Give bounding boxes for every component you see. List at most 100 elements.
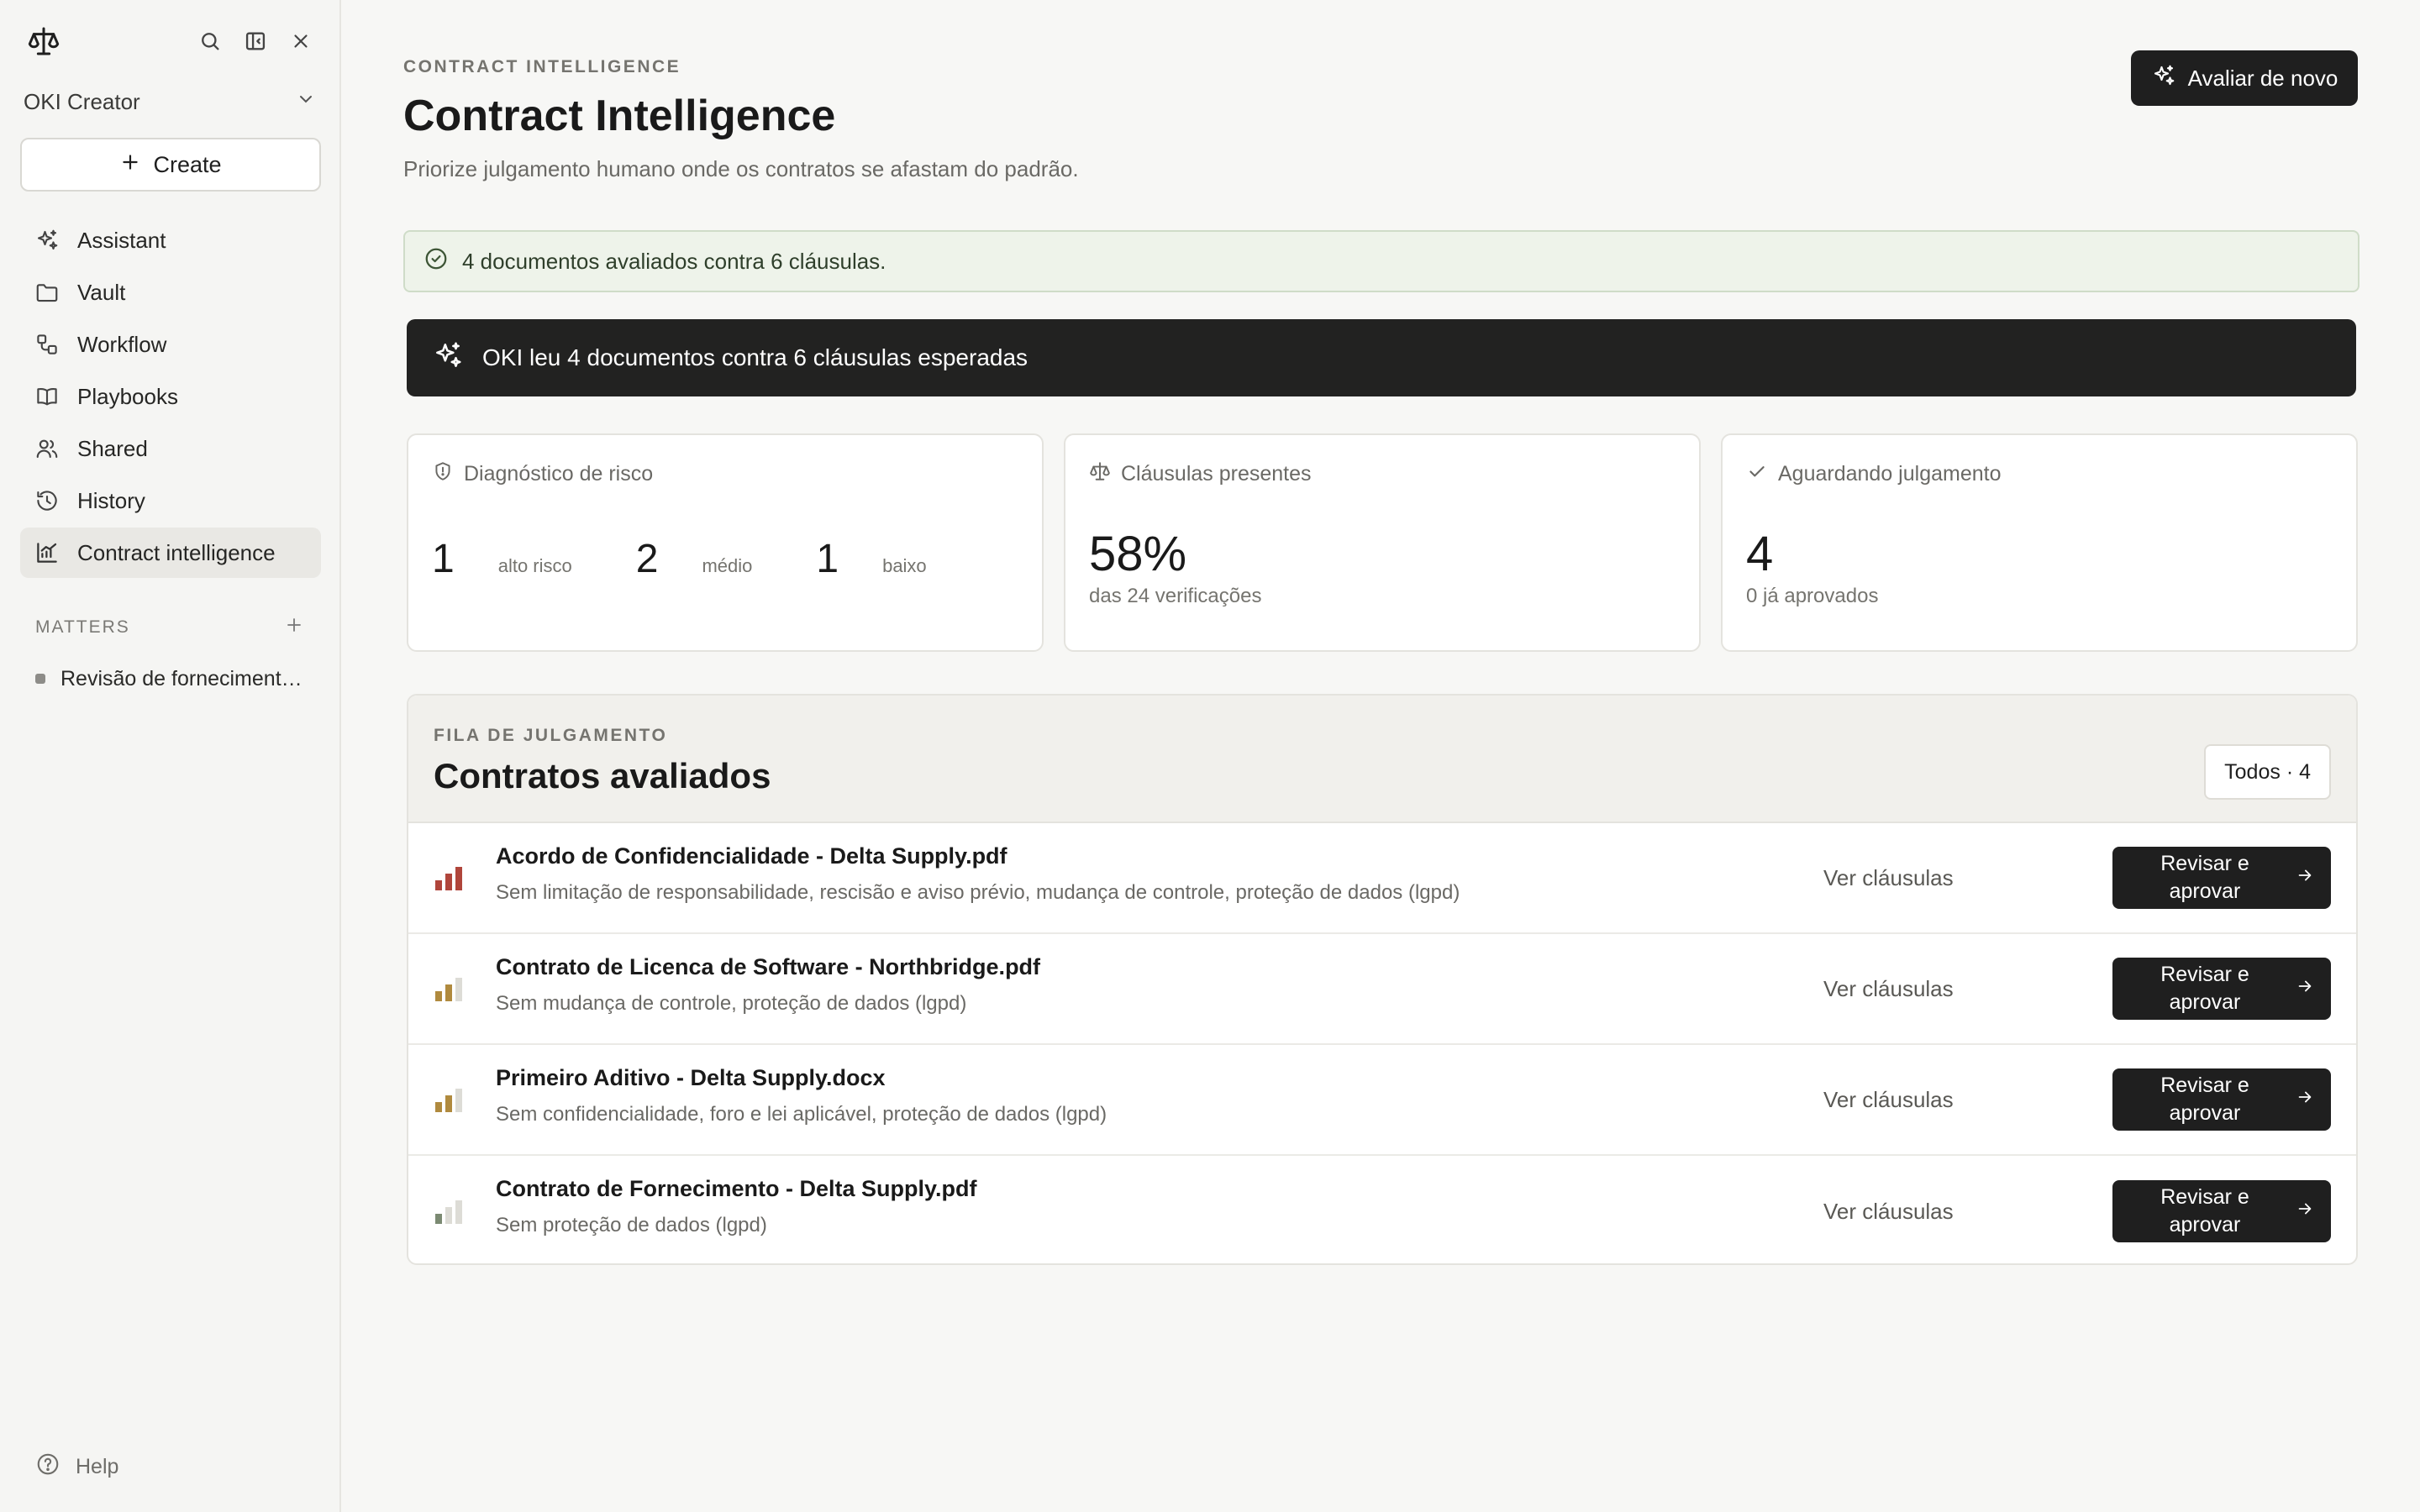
document-name[interactable]: Contrato de Licenca de Software - Northb…	[496, 954, 1756, 980]
pending-judgment-card: Aguardando julgamento 4 0 já aprovados	[1721, 433, 2358, 652]
history-icon	[34, 487, 60, 514]
review-approve-button[interactable]: Revisar e aprovar	[2112, 1180, 2331, 1242]
workspace-selector[interactable]: OKI Creator	[24, 84, 318, 119]
info-banner: OKI leu 4 documentos contra 6 cláusulas …	[407, 319, 2356, 396]
chevron-down-icon	[296, 89, 316, 115]
sidebar-item-label: Vault	[77, 279, 126, 305]
info-banner-text: OKI leu 4 documentos contra 6 cláusulas …	[482, 344, 1028, 370]
help-link[interactable]: Help	[35, 1452, 118, 1482]
risk-signal-bar	[455, 1200, 462, 1224]
sidebar-item-label: Contract intelligence	[77, 539, 276, 565]
risk-signal-bar	[435, 1102, 442, 1112]
risk-signal-bar	[435, 991, 442, 1001]
sidebar-item-vault[interactable]: Vault	[20, 267, 321, 318]
sidebar-item-workflow[interactable]: Workflow	[20, 319, 321, 370]
add-matter-icon[interactable]	[284, 615, 304, 640]
table-row[interactable]: Contrato de Fornecimento - Delta Supply.…	[408, 1156, 2356, 1263]
risk-signal-bar	[435, 880, 442, 890]
risk-signal-bar	[445, 1095, 452, 1112]
help-icon	[35, 1452, 60, 1483]
document-name[interactable]: Acordo de Confidencialidade - Delta Supp…	[496, 843, 1756, 869]
review-approve-button[interactable]: Revisar e aprovar	[2112, 958, 2331, 1020]
arrow-right-icon	[2296, 1198, 2314, 1226]
sidebar-item-playbooks[interactable]: Playbooks	[20, 371, 321, 422]
view-clauses-link[interactable]: Ver cláusulas	[1823, 976, 1954, 1002]
create-button[interactable]: Create	[20, 138, 321, 192]
close-icon[interactable]	[287, 28, 314, 55]
success-banner: 4 documentos avaliados contra 6 cláusula…	[403, 230, 2360, 292]
card-header: Cláusulas presentes	[1089, 460, 1312, 488]
low-risk-label: baixo	[882, 555, 927, 576]
matter-item[interactable]: Revisão de fornecimento Delta Supply	[35, 662, 304, 696]
review-approve-label: Revisar e aprovar	[2160, 852, 2249, 903]
check-circle-icon	[424, 246, 449, 277]
queue-filter-button[interactable]: Todos · 4	[2204, 744, 2331, 800]
document-info: Contrato de Licenca de Software - Northb…	[496, 954, 1756, 1016]
plus-icon	[119, 151, 141, 179]
low-risk-count: 1	[816, 537, 839, 581]
clauses-subtext: das 24 verificações	[1089, 585, 1262, 607]
risk-counts: 1 alto risco 2 médio 1 baixo	[432, 536, 1018, 582]
check-icon	[1746, 460, 1768, 488]
risk-signal-bar	[445, 1207, 452, 1224]
clauses-present-card: Cláusulas presentes 58% das 24 verificaç…	[1064, 433, 1701, 652]
document-name[interactable]: Contrato de Fornecimento - Delta Supply.…	[496, 1176, 1756, 1202]
view-clauses-link[interactable]: Ver cláusulas	[1823, 1199, 1954, 1225]
queue-title: Contratos avaliados	[434, 756, 771, 795]
reevaluate-label: Avaliar de novo	[2187, 65, 2338, 91]
document-name[interactable]: Primeiro Aditivo - Delta Supply.docx	[496, 1065, 1756, 1091]
scales-logo-icon[interactable]	[27, 24, 60, 58]
review-approve-button[interactable]: Revisar e aprovar	[2112, 1068, 2331, 1131]
risk-signal-bar	[445, 874, 452, 890]
high-risk-count: 1	[432, 537, 455, 581]
main-content: CONTRACT INTELLIGENCE Contract Intellige…	[341, 0, 2420, 1512]
sidebar-item-contract-intelligence[interactable]: Contract intelligence	[20, 528, 321, 578]
sidebar-toggle-icon[interactable]	[242, 28, 269, 55]
risk-signal-icon	[435, 978, 462, 1001]
risk-signal-icon	[435, 867, 462, 890]
document-info: Contrato de Fornecimento - Delta Supply.…	[496, 1176, 1756, 1237]
chart-icon	[34, 539, 60, 566]
risk-signal-bar	[435, 1214, 442, 1224]
search-icon[interactable]	[197, 28, 224, 55]
review-approve-label: Revisar e aprovar	[2160, 963, 2249, 1014]
page-eyebrow: CONTRACT INTELLIGENCE	[403, 57, 681, 76]
matter-dot-icon	[35, 674, 45, 684]
reevaluate-button[interactable]: Avaliar de novo	[2131, 50, 2358, 106]
clauses-percentage: 58%	[1089, 527, 1187, 581]
sidebar: OKI Creator Create Assistant Vault Workf…	[0, 0, 341, 1512]
risk-signal-icon	[435, 1089, 462, 1112]
review-approve-label: Revisar e aprovar	[2160, 1074, 2249, 1125]
queue-eyebrow: FILA DE JULGAMENTO	[434, 726, 668, 745]
medium-risk-count: 2	[635, 537, 659, 581]
arrow-right-icon	[2296, 1086, 2314, 1114]
create-label: Create	[153, 151, 222, 177]
sidebar-item-label: Shared	[77, 435, 148, 461]
view-clauses-link[interactable]: Ver cláusulas	[1823, 865, 1954, 891]
risk-diagnosis-card: Diagnóstico de risco 1 alto risco 2 médi…	[407, 433, 1044, 652]
table-row[interactable]: Primeiro Aditivo - Delta Supply.docx Sem …	[408, 1045, 2356, 1156]
sidebar-item-assistant[interactable]: Assistant	[20, 215, 321, 265]
review-approve-button[interactable]: Revisar e aprovar	[2112, 847, 2331, 909]
pending-subtext: 0 já aprovados	[1746, 585, 1879, 607]
page-title: Contract Intelligence	[403, 92, 836, 140]
book-icon	[34, 383, 60, 410]
card-title: Diagnóstico de risco	[464, 462, 654, 486]
card-header: Aguardando julgamento	[1746, 460, 2001, 488]
risk-signal-bar	[455, 867, 462, 890]
document-info: Acordo de Confidencialidade - Delta Supp…	[496, 843, 1756, 905]
users-icon	[34, 435, 60, 462]
high-risk-label: alto risco	[497, 555, 572, 576]
table-row[interactable]: Acordo de Confidencialidade - Delta Supp…	[408, 823, 2356, 934]
sidebar-item-shared[interactable]: Shared	[20, 423, 321, 474]
card-title: Cláusulas presentes	[1121, 462, 1312, 486]
sidebar-item-history[interactable]: History	[20, 475, 321, 526]
success-banner-text: 4 documentos avaliados contra 6 cláusula…	[462, 248, 886, 274]
table-row[interactable]: Contrato de Licenca de Software - Northb…	[408, 934, 2356, 1045]
matters-heading: MATTERS	[35, 613, 304, 642]
missing-clauses: Sem confidencialidade, foro e lei aplicá…	[496, 1103, 1107, 1126]
view-clauses-link[interactable]: Ver cláusulas	[1823, 1087, 1954, 1113]
document-info: Primeiro Aditivo - Delta Supply.docx Sem …	[496, 1065, 1756, 1126]
missing-clauses: Sem proteção de dados (lgpd)	[496, 1214, 767, 1236]
risk-signal-bar	[445, 984, 452, 1001]
